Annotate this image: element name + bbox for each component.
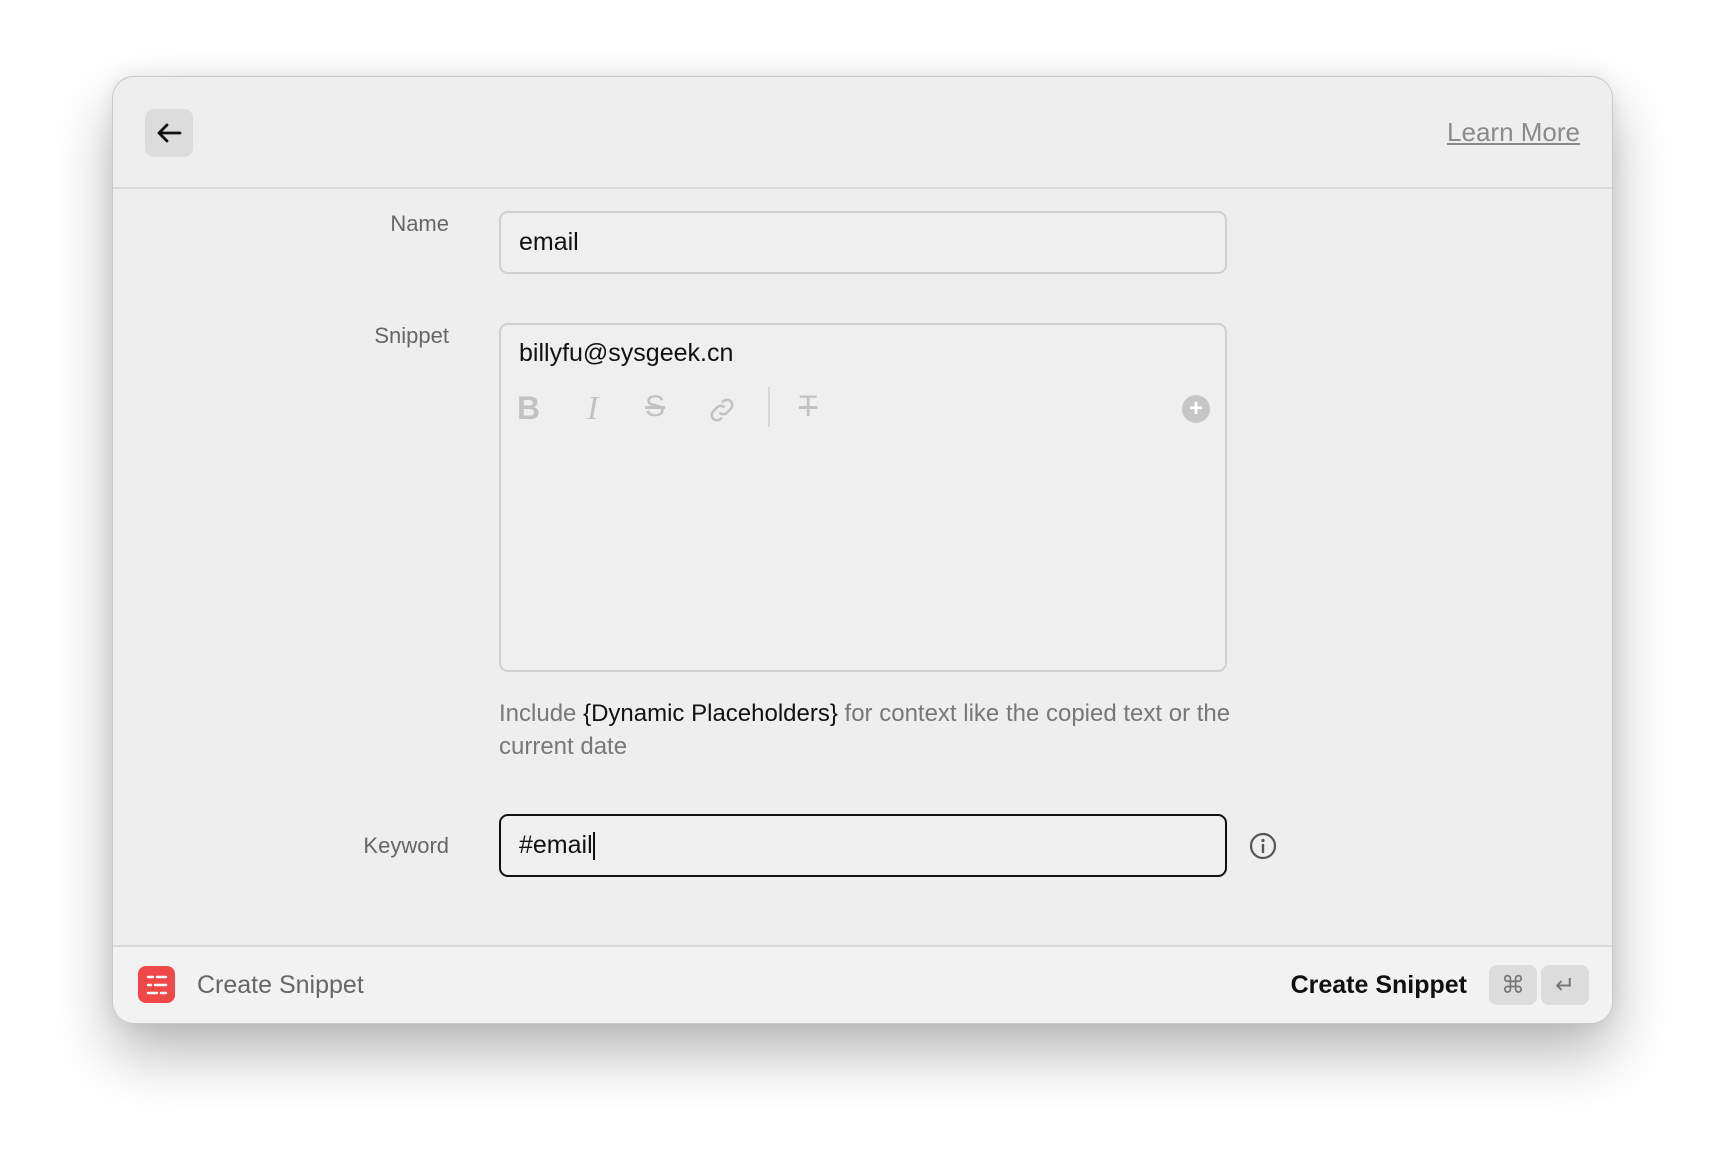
strikethrough-icon[interactable]: S bbox=[645, 390, 665, 424]
learn-more-link[interactable]: Learn More bbox=[1447, 117, 1580, 148]
name-input[interactable]: email bbox=[499, 211, 1227, 274]
snippet-text: billyfu@sysgeek.cn bbox=[519, 339, 734, 367]
add-placeholder-icon[interactable]: + bbox=[1182, 395, 1210, 423]
keyword-input[interactable]: #email bbox=[499, 814, 1227, 877]
italic-icon[interactable]: I bbox=[587, 390, 598, 428]
snippet-app-icon bbox=[138, 966, 175, 1003]
keyword-label: Keyword bbox=[363, 833, 449, 858]
link-icon[interactable] bbox=[707, 395, 737, 425]
clear-format-icon[interactable]: T bbox=[799, 390, 817, 424]
help-text: Include {Dynamic Placeholders} for conte… bbox=[499, 700, 1231, 760]
info-icon[interactable] bbox=[1249, 832, 1277, 860]
header-divider bbox=[113, 187, 1612, 189]
command-key-icon: ⌘ bbox=[1489, 965, 1537, 1005]
dynamic-placeholders-link[interactable]: {Dynamic Placeholders} bbox=[583, 700, 838, 727]
name-label: Name bbox=[390, 211, 449, 236]
snippet-label: Snippet bbox=[374, 323, 449, 348]
arrow-left-icon bbox=[157, 123, 182, 143]
text-cursor bbox=[592, 832, 595, 861]
toolbar-separator bbox=[768, 387, 770, 427]
snippet-editor[interactable]: billyfu@sysgeek.cn bbox=[499, 323, 1227, 672]
footer: Create Snippet Create Snippet ⌘ ↵ bbox=[113, 947, 1612, 1023]
return-key-icon: ↵ bbox=[1541, 965, 1589, 1005]
footer-title: Create Snippet bbox=[197, 971, 364, 999]
back-button[interactable] bbox=[145, 109, 193, 157]
create-snippet-window: Learn More Name email Snippet billyfu@sy… bbox=[112, 76, 1613, 1024]
bold-icon[interactable]: B bbox=[517, 390, 540, 427]
create-snippet-button[interactable]: Create Snippet bbox=[1291, 971, 1467, 1000]
